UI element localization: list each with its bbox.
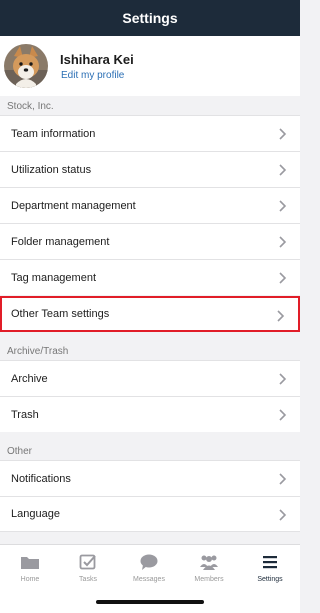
chat-bubble-icon [140,554,158,570]
settings-item-utilization-status[interactable]: Utilization status [0,151,300,187]
settings-item-other-team-settings[interactable]: Other Team settings [0,296,300,332]
chevron-right-icon [279,236,287,248]
settings-item-trash[interactable]: Trash [0,396,300,432]
profile-name: Ishihara Kei [60,52,134,67]
settings-item-label: Notifications [11,472,71,485]
settings-item-label: Team information [11,127,96,140]
chevron-right-icon [279,509,287,521]
tab-messages[interactable]: Messages [119,553,179,589]
chevron-right-icon [279,128,287,140]
chevron-right-icon [279,272,287,284]
home-indicator [96,600,204,604]
hamburger-menu-icon [263,556,277,569]
chevron-right-icon [279,200,287,212]
settings-item-label: Utilization status [11,163,92,176]
people-icon [200,555,218,570]
tab-label: Messages [133,576,165,583]
chevron-right-icon [279,373,287,385]
chevron-right-icon [279,473,287,485]
settings-item-label: Department management [11,199,136,212]
avatar[interactable] [4,44,48,88]
section-header-stock: Stock, Inc. [7,101,54,112]
settings-item-department-management[interactable]: Department management [0,187,300,223]
tab-label: Home [20,576,40,583]
tab-members[interactable]: Members [179,553,239,589]
settings-item-label: Language [11,508,60,520]
settings-item-archive[interactable]: Archive [0,360,300,396]
settings-item-label: Archive [11,372,48,385]
tab-home[interactable]: Home [0,553,60,589]
settings-item-folder-management[interactable]: Folder management [0,223,300,259]
page-title: Settings [122,10,178,26]
section-header-archive-trash: Archive/Trash [7,346,69,357]
chevron-right-icon [279,409,287,421]
settings-item-label: Other Team settings [11,308,110,320]
settings-item-tag-management[interactable]: Tag management [0,259,300,295]
settings-item-label: Tag management [11,271,96,284]
settings-item-language[interactable]: Language [0,496,300,532]
tab-settings[interactable]: Settings [240,553,300,589]
tab-label: Members [194,576,224,583]
chevron-right-icon [279,164,287,176]
checkbox-icon [79,554,96,570]
edit-profile-link[interactable]: Edit my profile [61,70,124,81]
section-header-other: Other [7,446,33,457]
tab-label: Settings [257,576,283,583]
settings-item-label: Trash [11,408,39,421]
chevron-right-icon [277,310,285,322]
tab-label: Tasks [79,576,97,583]
settings-item-team-information[interactable]: Team information [0,115,300,151]
tab-tasks[interactable]: Tasks [58,553,118,589]
top-bar: Settings [0,0,300,36]
settings-item-notifications[interactable]: Notifications [0,460,300,496]
folder-icon [21,557,39,569]
settings-item-label: Folder management [11,235,110,248]
